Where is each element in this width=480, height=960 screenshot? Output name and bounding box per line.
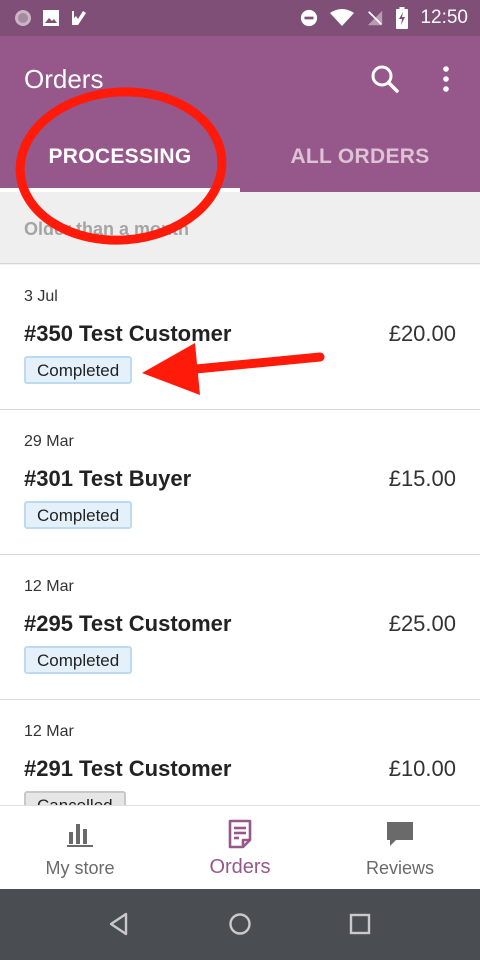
order-total: £10.00 xyxy=(388,756,456,781)
image-icon xyxy=(43,10,59,26)
nav-item-my-store[interactable]: My store xyxy=(0,806,160,890)
search-icon[interactable] xyxy=(370,64,400,94)
system-nav-bar xyxy=(0,889,480,960)
check-flag-icon xyxy=(72,11,86,25)
order-date: 3 Jul xyxy=(24,288,58,305)
bar-chart-icon xyxy=(67,824,93,847)
order-row-350[interactable]: 3 Jul #350 Test Customer £20.00 Complete… xyxy=(0,265,480,410)
status-badge: Completed xyxy=(24,501,133,529)
status-badge: Cancelled xyxy=(24,791,126,805)
order-title: #295 Test Customer xyxy=(24,611,232,636)
order-row-301[interactable]: 29 Mar #301 Test Buyer £15.00 Completed xyxy=(0,410,480,555)
nav-label: My store xyxy=(45,858,115,878)
order-row-291[interactable]: 12 Mar #291 Test Customer £10.00 Cancell… xyxy=(0,700,480,805)
bottom-nav: My store Orders Reviews xyxy=(0,805,480,889)
speech-bubble-icon xyxy=(387,822,413,846)
nav-label: Orders xyxy=(209,856,271,878)
orders-page-icon xyxy=(228,819,252,849)
nav-item-reviews[interactable]: Reviews xyxy=(320,806,480,890)
order-date: 29 Mar xyxy=(24,433,74,450)
status-bar: 12:50 xyxy=(0,0,480,36)
back-icon[interactable] xyxy=(106,911,132,937)
order-date: 12 Mar xyxy=(24,723,74,740)
app-bar: Orders PROCESSING ALL ORDERS xyxy=(0,36,480,192)
order-total: £15.00 xyxy=(388,466,456,491)
home-icon[interactable] xyxy=(227,911,253,937)
circle-icon xyxy=(15,10,31,26)
nav-item-orders[interactable]: Orders xyxy=(160,806,320,890)
order-list[interactable]: 3 Jul #350 Test Customer £20.00 Complete… xyxy=(0,265,480,805)
status-badge: Completed xyxy=(24,356,133,384)
page-title: Orders xyxy=(24,64,104,94)
no-signal-icon xyxy=(368,10,383,26)
section-header-label: Older than a month xyxy=(24,219,190,239)
tab-all-orders[interactable]: ALL ORDERS xyxy=(240,132,480,192)
order-date: 12 Mar xyxy=(24,578,74,595)
order-title: #301 Test Buyer xyxy=(24,466,192,491)
order-title: #291 Test Customer xyxy=(24,756,232,781)
section-header: Older than a month xyxy=(0,192,480,264)
do-not-disturb-icon xyxy=(301,9,318,27)
order-row-295[interactable]: 12 Mar #295 Test Customer £25.00 Complet… xyxy=(0,555,480,700)
order-total: £20.00 xyxy=(388,321,456,346)
more-options-icon[interactable] xyxy=(436,64,456,94)
battery-charging-icon xyxy=(396,7,409,29)
status-badge: Completed xyxy=(24,646,133,674)
tab-processing[interactable]: PROCESSING xyxy=(0,132,240,192)
wifi-icon xyxy=(330,9,355,26)
order-total: £25.00 xyxy=(388,611,456,636)
nav-label: Reviews xyxy=(365,858,435,878)
recents-icon[interactable] xyxy=(347,911,373,937)
status-time: 12:50 xyxy=(420,7,468,28)
order-title: #350 Test Customer xyxy=(24,321,232,346)
